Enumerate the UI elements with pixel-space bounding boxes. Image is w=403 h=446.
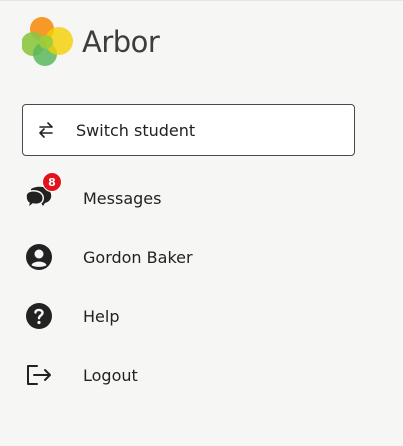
nav-item-logout-label: Logout xyxy=(83,365,138,385)
nav-item-messages[interactable]: 8 Messages xyxy=(22,172,362,218)
nav-item-messages-label: Messages xyxy=(83,188,162,208)
nav-item-logout[interactable]: Logout xyxy=(22,355,362,395)
brand-name: Arbor xyxy=(82,25,160,59)
nav-item-help-label: Help xyxy=(83,306,120,326)
user-account-icon xyxy=(26,244,52,270)
messages-icon-wrap: 8 xyxy=(22,172,62,215)
nav-item-profile-label: Gordon Baker xyxy=(83,247,193,267)
logout-icon-wrap xyxy=(22,358,56,392)
nav-item-profile[interactable]: Gordon Baker xyxy=(22,237,362,277)
switch-student-label: Switch student xyxy=(76,120,196,140)
switch-student-button[interactable]: Switch student xyxy=(22,104,355,156)
question-circle-icon xyxy=(26,303,52,329)
logout-arrow-icon xyxy=(27,365,51,385)
swap-arrows-icon xyxy=(39,122,53,138)
brand-header[interactable]: Arbor xyxy=(22,14,160,70)
help-icon-wrap xyxy=(22,299,56,333)
nav-item-help[interactable]: Help xyxy=(22,296,362,336)
profile-icon-wrap xyxy=(22,240,56,274)
messages-unread-badge: 8 xyxy=(42,172,62,192)
side-menu-panel: Arbor Switch student 8 Messages Gordon B… xyxy=(0,0,403,446)
arbor-logo-icon xyxy=(22,17,73,66)
